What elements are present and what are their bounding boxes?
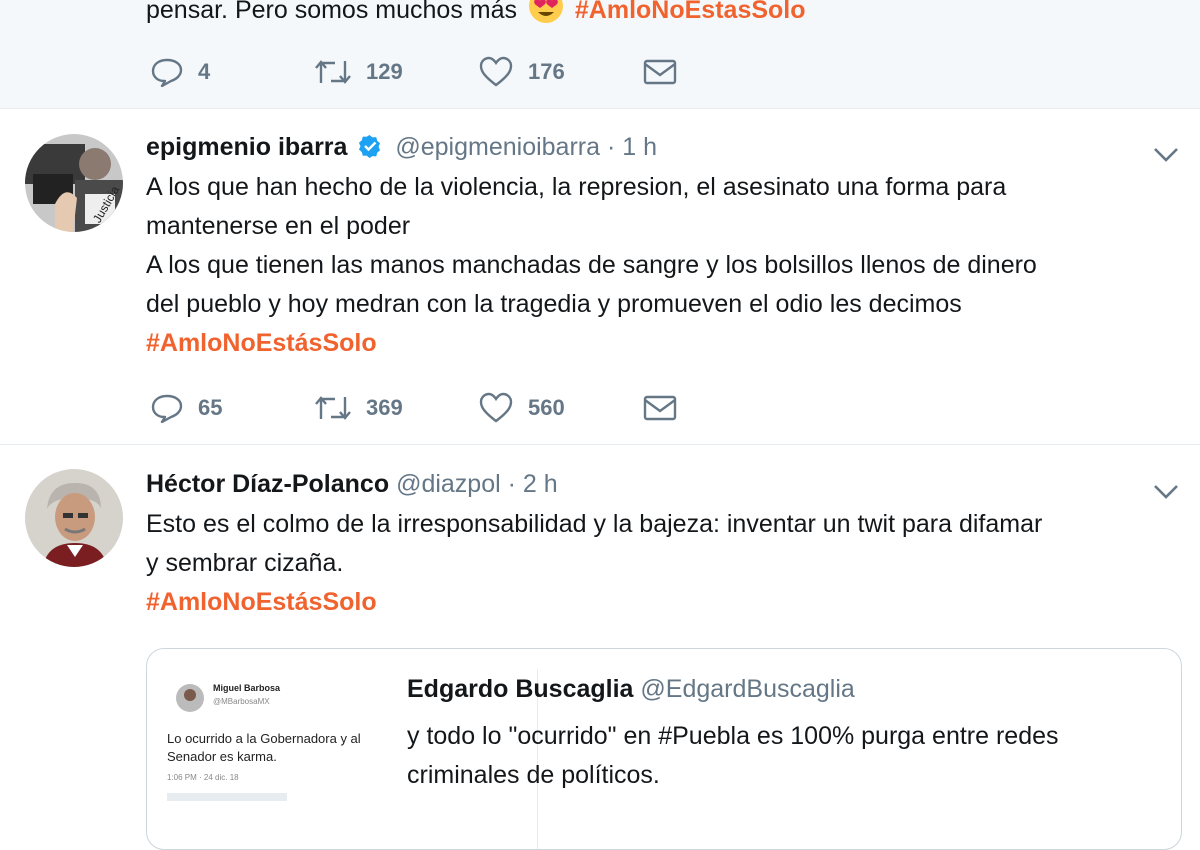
chevron-down-icon[interactable] <box>1152 144 1180 164</box>
envelope-icon <box>643 59 677 85</box>
tweet-text: pensar. Pero somos muchos más #AmloNoEst… <box>146 0 1176 30</box>
retweet-icon <box>315 396 351 420</box>
quoted-tweet-text: y todo lo "ocurrido" en #Puebla es 100% … <box>407 722 1059 789</box>
quoted-author-name[interactable]: Edgardo Buscaglia <box>407 675 633 703</box>
avatar[interactable] <box>25 469 123 567</box>
author-handle[interactable]: @diazpol <box>396 470 501 498</box>
tweet-text: Esto es el colmo de la irresponsabilidad… <box>146 505 1176 622</box>
quoted-author-handle[interactable]: @EdgardBuscaglia <box>640 675 854 703</box>
author-name[interactable]: epigmenio ibarra <box>146 133 347 161</box>
author-handle[interactable]: @epigmenioibarra <box>395 133 600 161</box>
quoted-tweet-header: Edgardo Buscaglia @EdgardBuscaglia <box>407 675 855 704</box>
hashtag-link[interactable]: #AmloNoEstásSolo <box>146 583 1176 622</box>
reply-button[interactable]: 65 <box>150 390 222 426</box>
tweet-3[interactable]: Héctor Díaz-Polanco @diazpol · 2 h Esto … <box>0 445 1200 850</box>
tweet-header: epigmenio ibarra @epigmenioibarra · 1 h <box>146 130 657 167</box>
direct-message-button[interactable] <box>642 54 678 90</box>
hashtag-link[interactable]: #AmloNoEstásSolo <box>146 324 1176 363</box>
reply-icon <box>151 394 183 423</box>
hashtag-link[interactable]: #AmloNoEstasSolo <box>575 0 806 24</box>
heart-icon <box>479 392 513 423</box>
reply-button[interactable]: 4 <box>150 54 210 90</box>
reply-count: 4 <box>198 59 211 84</box>
envelope-icon <box>643 395 677 421</box>
retweet-count: 369 <box>366 395 403 420</box>
tweet-text: A los que han hecho de la violencia, la … <box>146 168 1176 363</box>
heart-eyes-emoji-icon <box>528 0 564 24</box>
tweet-header: Héctor Díaz-Polanco @diazpol · 2 h <box>146 470 558 498</box>
direct-message-button[interactable] <box>642 390 678 426</box>
retweet-icon <box>315 60 351 84</box>
retweet-button[interactable]: 129 <box>314 54 403 90</box>
tweet-timestamp[interactable]: 1 h <box>622 133 657 161</box>
author-name[interactable]: Héctor Díaz-Polanco <box>146 470 389 498</box>
avatar[interactable]: Justicia <box>25 134 123 232</box>
retweet-count: 129 <box>366 59 403 84</box>
quoted-tweet[interactable]: Miguel Barbosa @MBarbosaMX Lo ocurrido a… <box>146 648 1182 850</box>
mini-avatar-icon <box>176 684 204 712</box>
like-button[interactable]: 176 <box>478 54 565 90</box>
chevron-down-icon[interactable] <box>1152 481 1180 501</box>
like-count: 560 <box>528 395 565 420</box>
tweet-1[interactable]: pensar. Pero somos muchos más #AmloNoEst… <box>0 0 1200 109</box>
reply-icon <box>151 58 183 87</box>
retweet-button[interactable]: 369 <box>314 390 403 426</box>
tweet-2[interactable]: Justicia epigmenio ibarra @epigmenioibar… <box>0 108 1200 445</box>
like-count: 176 <box>528 59 565 84</box>
tweet-timestamp[interactable]: 2 h <box>523 470 558 498</box>
verified-badge-icon <box>358 133 382 167</box>
heart-icon <box>479 56 513 87</box>
reply-count: 65 <box>198 395 223 420</box>
like-button[interactable]: 560 <box>478 390 565 426</box>
